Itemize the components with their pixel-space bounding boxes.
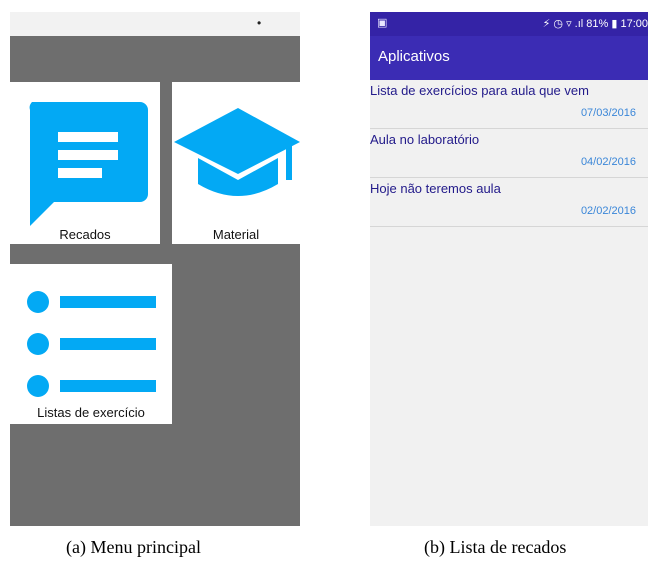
message-title: Aula no laboratório [370, 132, 480, 147]
message-list-item[interactable]: Hoje não teremos aula 02/02/2016 [370, 178, 648, 227]
listas-exercicio-tile[interactable]: Listas de exercício [10, 264, 172, 424]
message-title: Hoje não teremos aula [370, 181, 501, 196]
list-icon [27, 291, 156, 397]
menu-principal-screen: • Recados Material Listas de exercício [10, 12, 300, 526]
status-bar: • [10, 12, 300, 36]
material-label: Material [212, 227, 260, 242]
lista-recados-screen: ▣ ⚡ ◷ ▿ .ıl 81% ▮ 17:00 Aplicativos List… [370, 12, 648, 526]
status-bar: ▣ ⚡ ◷ ▿ .ıl 81% ▮ 17:00 [370, 12, 648, 36]
caption-menu-principal: (a) Menu principal [66, 537, 201, 557]
caption-lista-recados: (b) Lista de recados [424, 537, 567, 557]
app-title: Aplicativos [378, 48, 450, 65]
message-list-item[interactable]: Aula no laboratório 04/02/2016 [370, 129, 648, 178]
message-date: 07/03/2016 [580, 107, 636, 119]
message-date: 04/02/2016 [580, 156, 636, 168]
app-bar: Aplicativos [370, 36, 648, 80]
material-tile[interactable]: Material [172, 82, 300, 244]
status-indicators: ⚡ ◷ ▿ .ıl 81% ▮ 17:00 [542, 18, 648, 30]
message-icon [29, 102, 148, 226]
message-date: 02/02/2016 [580, 205, 636, 217]
app-bar [10, 36, 300, 82]
message-list-item[interactable]: Lista de exercícios para aula que vem 07… [370, 80, 648, 129]
message-title: Lista de exercícios para aula que vem [370, 83, 589, 98]
graduation-cap-icon [174, 108, 300, 196]
listas-exercicio-label: Listas de exercício [37, 405, 145, 420]
notification-icon: • [257, 16, 262, 30]
recados-tile[interactable]: Recados [10, 82, 160, 244]
gallery-notification-icon: ▣ [377, 17, 388, 29]
recados-label: Recados [59, 227, 111, 242]
